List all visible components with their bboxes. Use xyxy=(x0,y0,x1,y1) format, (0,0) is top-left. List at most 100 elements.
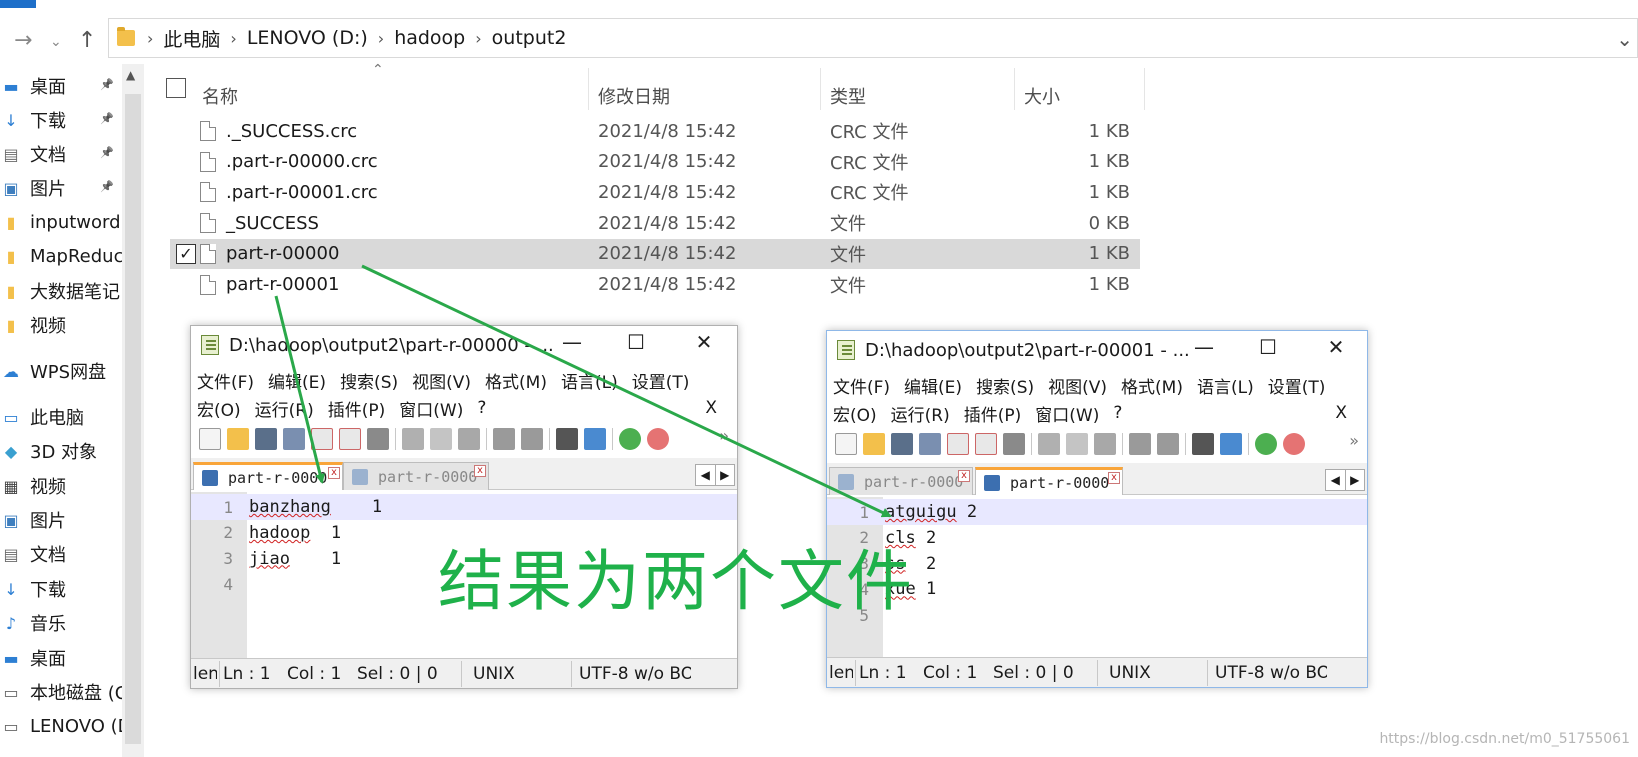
find-icon[interactable] xyxy=(556,428,578,450)
column-divider[interactable] xyxy=(820,68,821,110)
menu-file[interactable]: 文件(F) xyxy=(833,373,890,398)
column-header-size[interactable]: 大小 xyxy=(1024,74,1060,118)
copy-icon[interactable] xyxy=(430,428,452,450)
sidebar-item[interactable]: ♪ 音乐 xyxy=(0,607,122,639)
close-icon[interactable]: ✕ xyxy=(689,330,719,354)
column-divider[interactable] xyxy=(588,68,589,110)
cut-icon[interactable] xyxy=(1038,433,1060,455)
pin-icon[interactable]: 📌 xyxy=(100,146,114,159)
menu-file[interactable]: 文件(F) xyxy=(197,368,254,393)
open-file-icon[interactable] xyxy=(863,433,885,455)
sidebar-item[interactable]: ▤ 文档 📌 xyxy=(0,138,122,170)
address-dropdown-icon[interactable]: ⌄ xyxy=(1616,27,1633,51)
recent-dropdown-icon[interactable]: ⌄ xyxy=(50,34,62,50)
file-row[interactable]: .part-r-00001.crc 2021/4/8 15:42 CRC 文件 1 K… xyxy=(170,177,1140,207)
file-row[interactable]: _SUCCESS 2021/4/8 15:42 文件 0 KB xyxy=(170,208,1140,238)
up-arrow-icon[interactable]: ↑ xyxy=(78,28,96,53)
row-checkbox[interactable]: ✓ xyxy=(176,243,196,264)
close-icon[interactable]: ✕ xyxy=(1321,335,1351,359)
pin-icon[interactable]: 📌 xyxy=(100,78,114,91)
tab-part-r-00000[interactable]: part-r-0000 x xyxy=(193,462,343,490)
address-bar[interactable]: › 此电脑 › LENOVO (D:) › hadoop › output2 ⌄ xyxy=(108,18,1638,58)
close-document-button[interactable]: X xyxy=(1335,403,1347,423)
file-row[interactable]: ._SUCCESS.crc 2021/4/8 15:42 CRC 文件 1 KB xyxy=(170,116,1140,146)
menu-help[interactable]: ? xyxy=(477,398,486,418)
minimize-icon[interactable]: — xyxy=(557,330,587,354)
file-row[interactable]: .part-r-00000.crc 2021/4/8 15:42 CRC 文件 1 K… xyxy=(170,147,1140,177)
sidebar-item[interactable]: ◆ 3D 对象 xyxy=(0,435,122,467)
tab-scroll-right-icon[interactable]: ▶ xyxy=(716,465,735,485)
tab-scroll-buttons[interactable]: ◀ ▶ xyxy=(1325,469,1365,491)
file-row[interactable]: part-r-00001 2021/4/8 15:42 文件 1 KB xyxy=(170,270,1140,300)
tab-part-r-00001[interactable]: part-r-0000 x xyxy=(975,467,1123,495)
sidebar-item[interactable]: ▬ 桌面 📌 xyxy=(0,70,122,102)
sidebar-item[interactable]: ▬ 桌面 xyxy=(0,642,122,674)
menu-search[interactable]: 搜索(S) xyxy=(340,368,398,393)
column-header-modified[interactable]: 修改日期 xyxy=(598,74,670,118)
menu-language[interactable]: 语言(L) xyxy=(561,368,618,393)
tab-scroll-buttons[interactable]: ◀ ▶ xyxy=(695,464,735,486)
menu-run[interactable]: 运行(R) xyxy=(255,396,314,421)
menu-edit[interactable]: 编辑(E) xyxy=(268,368,326,393)
tab-close-icon[interactable]: x xyxy=(958,470,970,482)
notepad-window-part-r-00001[interactable]: D:\hadoop\output2\part-r-00001 - ... — ☐… xyxy=(826,330,1368,688)
tab-scroll-left-icon[interactable]: ◀ xyxy=(696,465,716,485)
breadcrumb-drive-d[interactable]: LENOVO (D:) xyxy=(247,27,368,49)
menu-format[interactable]: 格式(M) xyxy=(485,368,547,393)
menu-window[interactable]: 窗口(W) xyxy=(1035,401,1099,426)
save-all-icon[interactable] xyxy=(283,428,305,450)
close-file-icon[interactable] xyxy=(947,433,969,455)
undo-icon[interactable] xyxy=(1129,433,1151,455)
editor-line[interactable]: 1 atguigu 2 xyxy=(827,499,1367,525)
column-divider[interactable] xyxy=(1144,68,1145,110)
zoom-in-icon[interactable] xyxy=(619,428,641,450)
column-header-type[interactable]: 类型 xyxy=(830,74,866,118)
copy-icon[interactable] xyxy=(1066,433,1088,455)
sidebar-item[interactable]: ▮ inputword xyxy=(0,206,122,238)
cut-icon[interactable] xyxy=(402,428,424,450)
new-file-icon[interactable] xyxy=(835,433,857,455)
breadcrumb-hadoop[interactable]: hadoop xyxy=(394,27,465,49)
sidebar-item[interactable]: ☁ WPS网盘 xyxy=(0,355,122,387)
replace-icon[interactable] xyxy=(1220,433,1242,455)
zoom-out-icon[interactable] xyxy=(647,428,669,450)
redo-icon[interactable] xyxy=(521,428,543,450)
menu-format[interactable]: 格式(M) xyxy=(1121,373,1183,398)
tab-part-r-00001[interactable]: part-r-0000 x xyxy=(343,462,489,490)
menu-macro[interactable]: 宏(O) xyxy=(833,401,877,426)
maximize-icon[interactable]: ☐ xyxy=(621,330,651,354)
maximize-icon[interactable]: ☐ xyxy=(1253,335,1283,359)
sidebar-item[interactable]: ▣ 图片 📌 xyxy=(0,172,122,204)
navigation-scrollbar[interactable]: ▲ xyxy=(122,64,144,757)
close-file-icon[interactable] xyxy=(311,428,333,450)
minimize-icon[interactable]: — xyxy=(1189,335,1219,359)
menu-view[interactable]: 视图(V) xyxy=(1048,373,1107,398)
menu-plugins[interactable]: 插件(P) xyxy=(328,396,386,421)
sidebar-item[interactable]: ▭ LENOVO (D xyxy=(0,710,122,742)
new-file-icon[interactable] xyxy=(199,428,221,450)
sidebar-item[interactable]: ↓ 下载 📌 xyxy=(0,104,122,136)
menu-window[interactable]: 窗口(W) xyxy=(399,396,463,421)
save-icon[interactable] xyxy=(891,433,913,455)
file-row[interactable]: ✓ part-r-00000 2021/4/8 15:42 文件 1 KB xyxy=(170,238,1140,269)
sidebar-item[interactable]: ▮ 大数据笔记 xyxy=(0,275,122,307)
paste-icon[interactable] xyxy=(1094,433,1116,455)
save-all-icon[interactable] xyxy=(919,433,941,455)
open-file-icon[interactable] xyxy=(227,428,249,450)
tab-close-icon[interactable]: x xyxy=(328,467,340,479)
menu-view[interactable]: 视图(V) xyxy=(412,368,471,393)
undo-icon[interactable] xyxy=(493,428,515,450)
menu-plugins[interactable]: 插件(P) xyxy=(964,401,1022,426)
close-all-icon[interactable] xyxy=(975,433,997,455)
menu-settings[interactable]: 设置(T) xyxy=(1268,373,1326,398)
tab-part-r-00000[interactable]: part-r-0000 x xyxy=(829,467,973,495)
sidebar-item[interactable]: ▦ 视频 xyxy=(0,470,122,502)
menu-run[interactable]: 运行(R) xyxy=(891,401,950,426)
redo-icon[interactable] xyxy=(1157,433,1179,455)
replace-icon[interactable] xyxy=(584,428,606,450)
tab-close-icon[interactable]: x xyxy=(1108,472,1120,484)
title-bar[interactable]: D:\hadoop\output2\part-r-00000 - ... — ☐… xyxy=(191,326,737,364)
zoom-out-icon[interactable] xyxy=(1283,433,1305,455)
menu-search[interactable]: 搜索(S) xyxy=(976,373,1034,398)
menu-language[interactable]: 语言(L) xyxy=(1197,373,1254,398)
